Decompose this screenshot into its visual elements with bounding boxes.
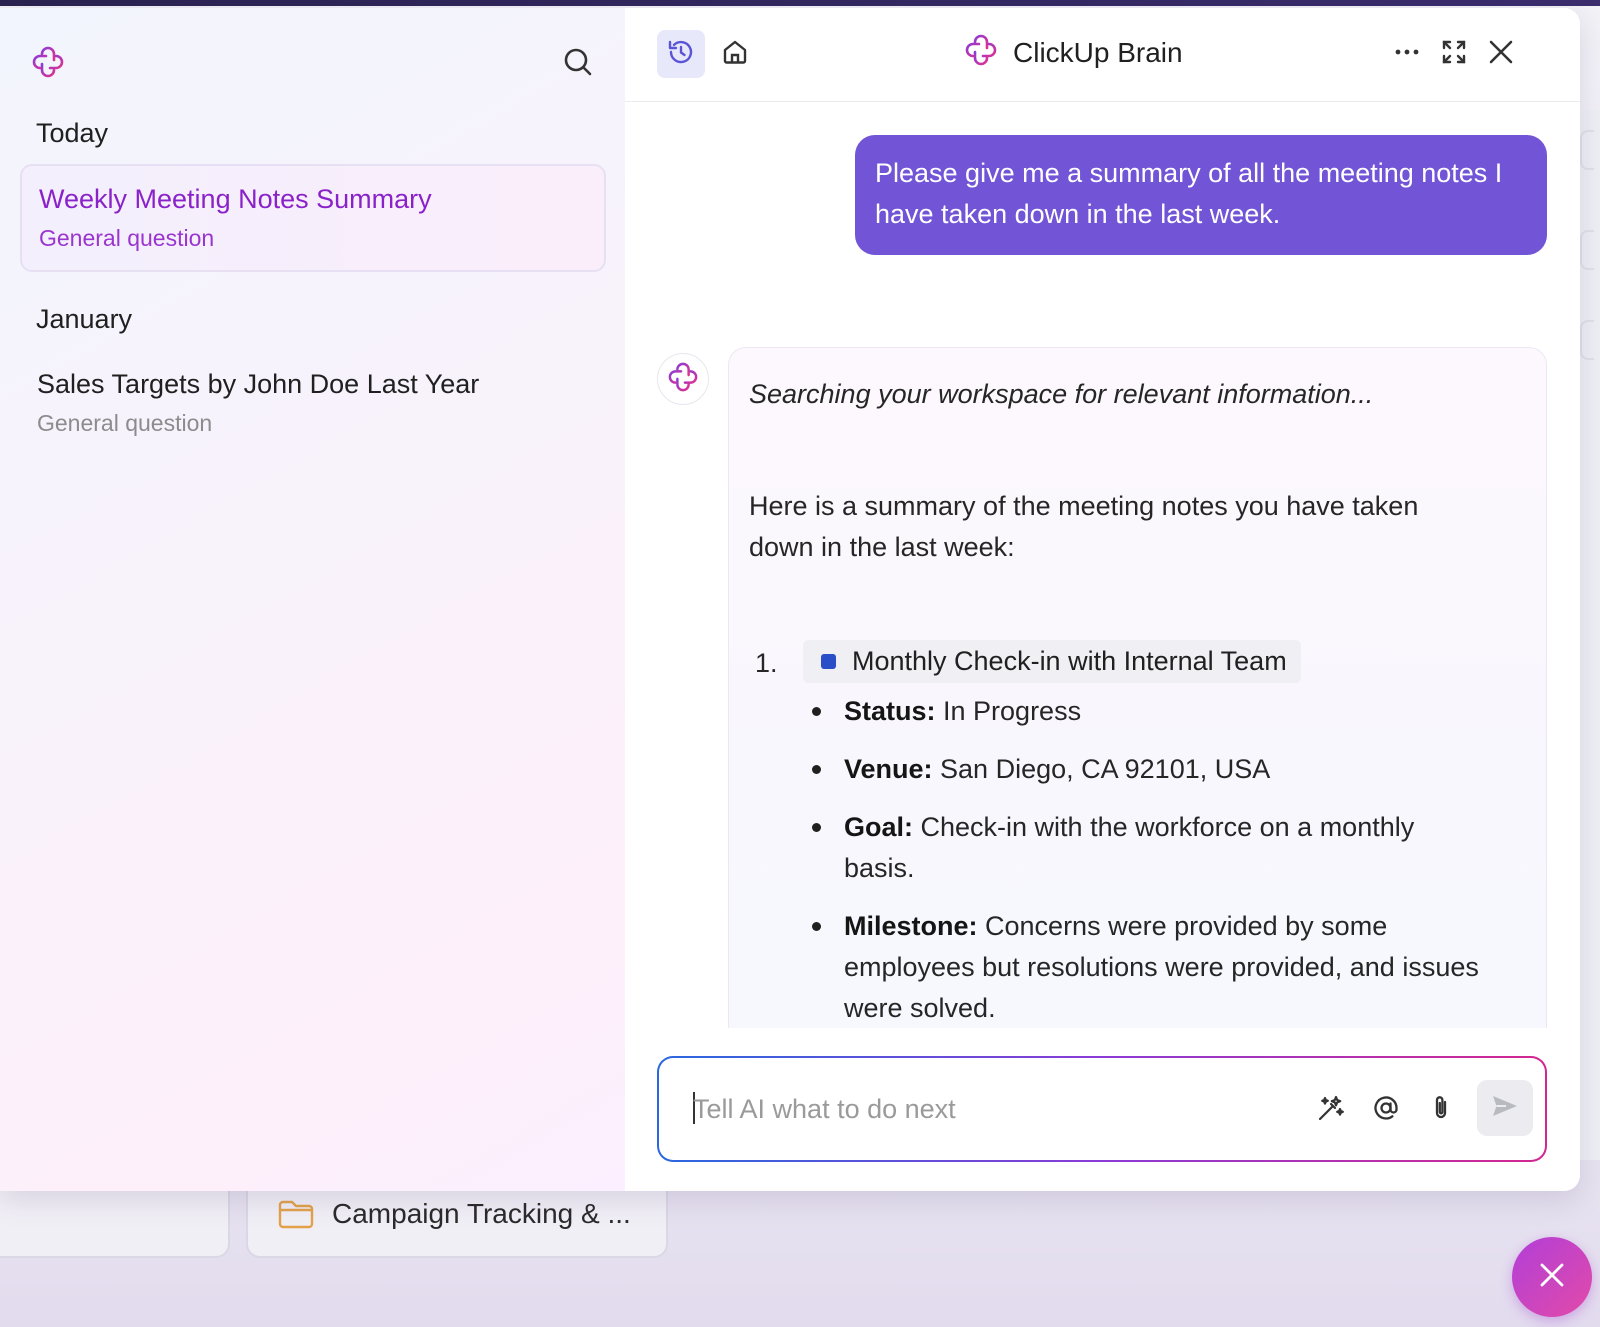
- brain-logo-icon: [668, 362, 698, 397]
- field-label: Status:: [844, 696, 936, 726]
- close-icon: [1536, 1259, 1568, 1296]
- prompt-composer: [657, 1056, 1547, 1162]
- background-card-label: Campaign Tracking & ...: [332, 1198, 631, 1229]
- search-icon[interactable]: [562, 46, 594, 78]
- field-value: In Progress: [935, 696, 1082, 726]
- history-button[interactable]: [657, 30, 705, 78]
- task-details: Status: In Progress Venue: San Diego, CA…: [812, 691, 1526, 1028]
- clickup-brain-modal: Today Weekly Meeting Notes Summary Gener…: [0, 8, 1580, 1191]
- home-icon: [721, 38, 749, 71]
- list-item: Goal: Check-in with the workforce on a m…: [812, 807, 1484, 889]
- conversation-title: Weekly Meeting Notes Summary: [39, 184, 432, 214]
- close-icon: [1488, 39, 1514, 70]
- close-button[interactable]: [1477, 30, 1525, 78]
- field-label: Milestone:: [844, 911, 978, 941]
- attach-button[interactable]: [1419, 1088, 1463, 1132]
- more-icon: [1393, 38, 1421, 71]
- user-message: Please give me a summary of all the meet…: [855, 135, 1547, 255]
- composer-inner: [659, 1058, 1545, 1160]
- field-value: Check-in with the workforce on a monthly…: [844, 812, 1415, 883]
- chat-title: ClickUp Brain: [1013, 36, 1183, 68]
- ai-response: Searching your workspace for relevant in…: [728, 347, 1547, 1028]
- ai-status-text: Searching your workspace for relevant in…: [749, 379, 1374, 409]
- chat-header: ClickUp Brain: [625, 8, 1580, 102]
- ai-intro-text: Here is a summary of the meeting notes y…: [749, 491, 1419, 562]
- edge-tab: [1580, 130, 1594, 170]
- field-value: San Diego, CA 92101, USA: [932, 754, 1271, 784]
- task-status-square-icon: [821, 654, 836, 669]
- conversation-subtitle: General question: [37, 410, 213, 436]
- conversation-item-sales-targets[interactable]: Sales Targets by John Doe Last Year Gene…: [20, 351, 606, 455]
- more-options-button[interactable]: [1383, 30, 1431, 78]
- edge-tab: [1580, 230, 1594, 270]
- history-sidebar: Today Weekly Meeting Notes Summary Gener…: [0, 8, 625, 1191]
- magic-wand-icon: [1316, 1093, 1346, 1128]
- list-number: 1.: [755, 648, 778, 678]
- folder-icon: [278, 1199, 314, 1229]
- close-brain-fab[interactable]: [1512, 1237, 1592, 1317]
- section-title-today: Today: [36, 118, 109, 148]
- expand-button[interactable]: [1430, 30, 1478, 78]
- mention-button[interactable]: [1364, 1088, 1408, 1132]
- window-top-bar: [0, 0, 1600, 6]
- field-label: Venue:: [844, 754, 933, 784]
- ai-avatar: [657, 353, 709, 405]
- list-item: Venue: San Diego, CA 92101, USA: [812, 749, 1484, 790]
- background-edge: [1580, 110, 1600, 1160]
- history-icon: [666, 37, 696, 72]
- task-name: Monthly Check-in with Internal Team: [852, 646, 1287, 676]
- send-button[interactable]: [1477, 1080, 1533, 1136]
- prompt-input[interactable]: [693, 1086, 1253, 1132]
- brain-logo-icon: [32, 46, 64, 78]
- brain-logo-icon: [965, 34, 997, 71]
- ai-summary-list: 1. Monthly Check-in with Internal Team S…: [749, 640, 1526, 1028]
- home-button[interactable]: [711, 30, 759, 78]
- send-icon: [1490, 1091, 1520, 1126]
- message-list[interactable]: Please give me a summary of all the meet…: [625, 103, 1580, 1028]
- paperclip-icon: [1426, 1093, 1456, 1128]
- edge-tab: [1580, 320, 1594, 360]
- list-item: Milestone: Concerns were provided by som…: [812, 906, 1484, 1028]
- conversation-subtitle: General question: [39, 225, 215, 251]
- conversation-item-weekly-meeting[interactable]: Weekly Meeting Notes Summary General que…: [20, 164, 606, 272]
- chat-panel: ClickUp Brain Please give me a summary o…: [625, 8, 1580, 1191]
- field-label: Goal:: [844, 812, 914, 842]
- section-title-january: January: [36, 304, 133, 334]
- expand-icon: [1441, 39, 1467, 70]
- chat-title-group: ClickUp Brain: [965, 34, 1183, 71]
- ai-suggest-button[interactable]: [1309, 1088, 1353, 1132]
- list-item: Status: In Progress: [812, 691, 1484, 732]
- at-sign-icon: [1371, 1093, 1401, 1128]
- task-chip[interactable]: Monthly Check-in with Internal Team: [803, 640, 1301, 683]
- conversation-title: Sales Targets by John Doe Last Year: [37, 369, 480, 399]
